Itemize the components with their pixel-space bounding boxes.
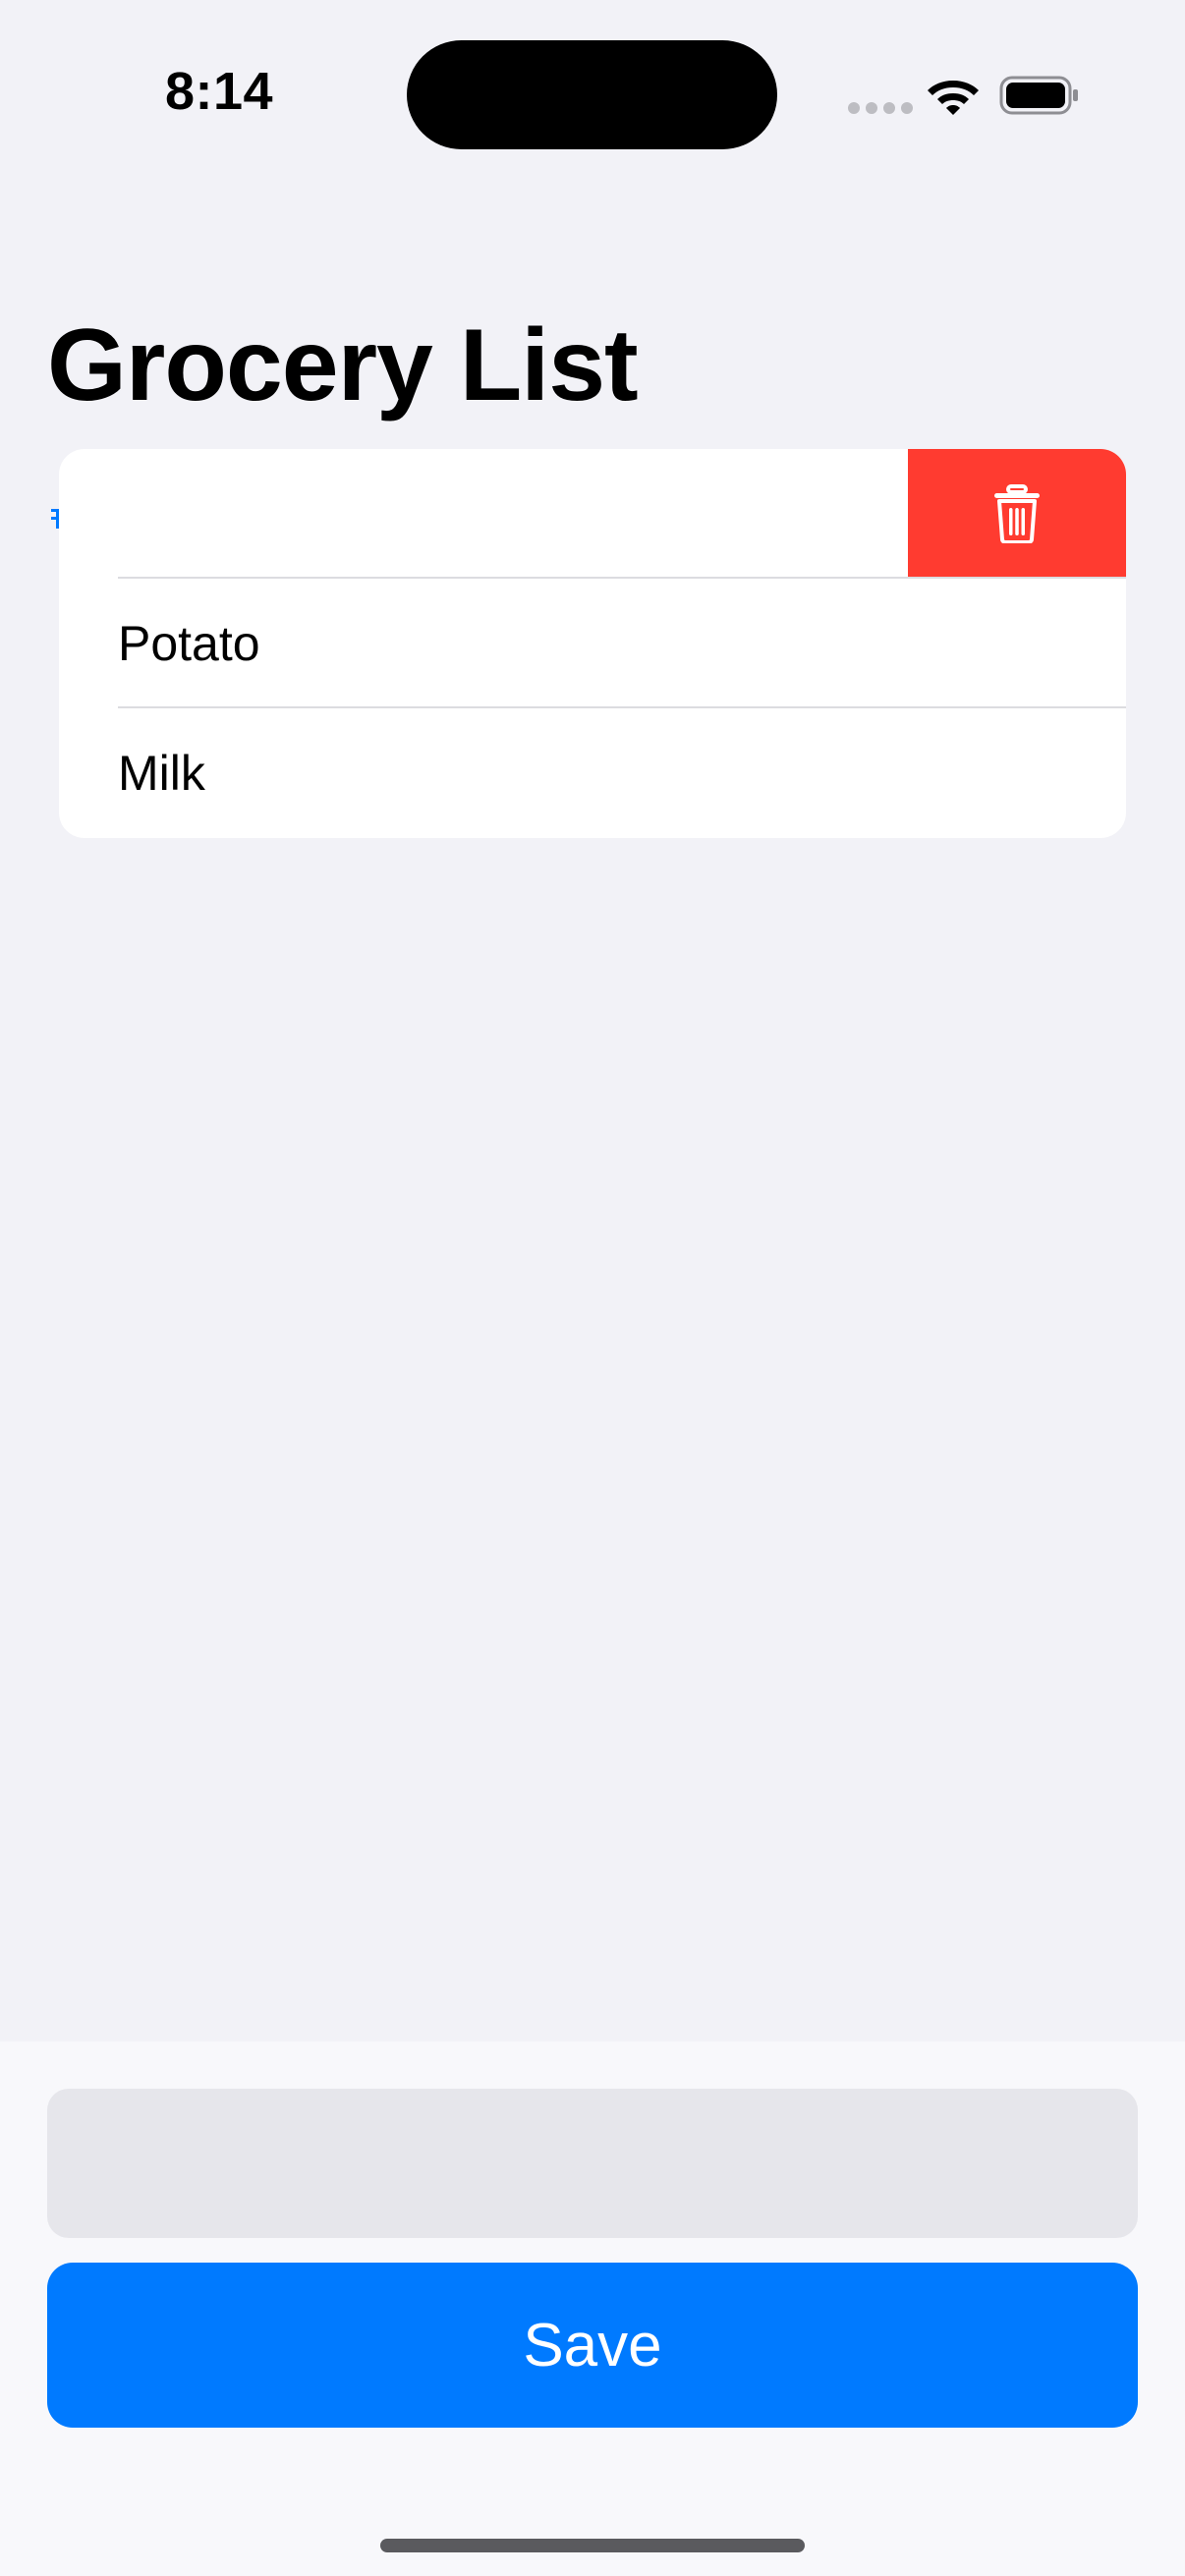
battery-icon xyxy=(999,76,1078,115)
list-item-label: Milk xyxy=(118,746,205,801)
list-item[interactable]: Potato xyxy=(59,579,1126,708)
trash-icon xyxy=(994,484,1040,543)
dynamic-island xyxy=(407,40,777,149)
cellular-signal-icon xyxy=(848,102,913,114)
status-bar-time: 8:14 xyxy=(165,62,274,121)
grocery-list: Potato Milk xyxy=(59,449,1126,838)
new-item-input[interactable] xyxy=(47,2089,1138,2238)
save-button[interactable]: Save xyxy=(47,2263,1138,2428)
delete-swipe-button[interactable] xyxy=(908,449,1126,579)
list-item[interactable] xyxy=(59,449,1126,579)
list-item-label: Potato xyxy=(118,616,260,671)
list-item[interactable]: Milk xyxy=(59,708,1126,838)
home-indicator[interactable] xyxy=(380,2539,805,2552)
wifi-icon xyxy=(928,81,979,115)
page-title: Grocery List xyxy=(47,308,639,422)
